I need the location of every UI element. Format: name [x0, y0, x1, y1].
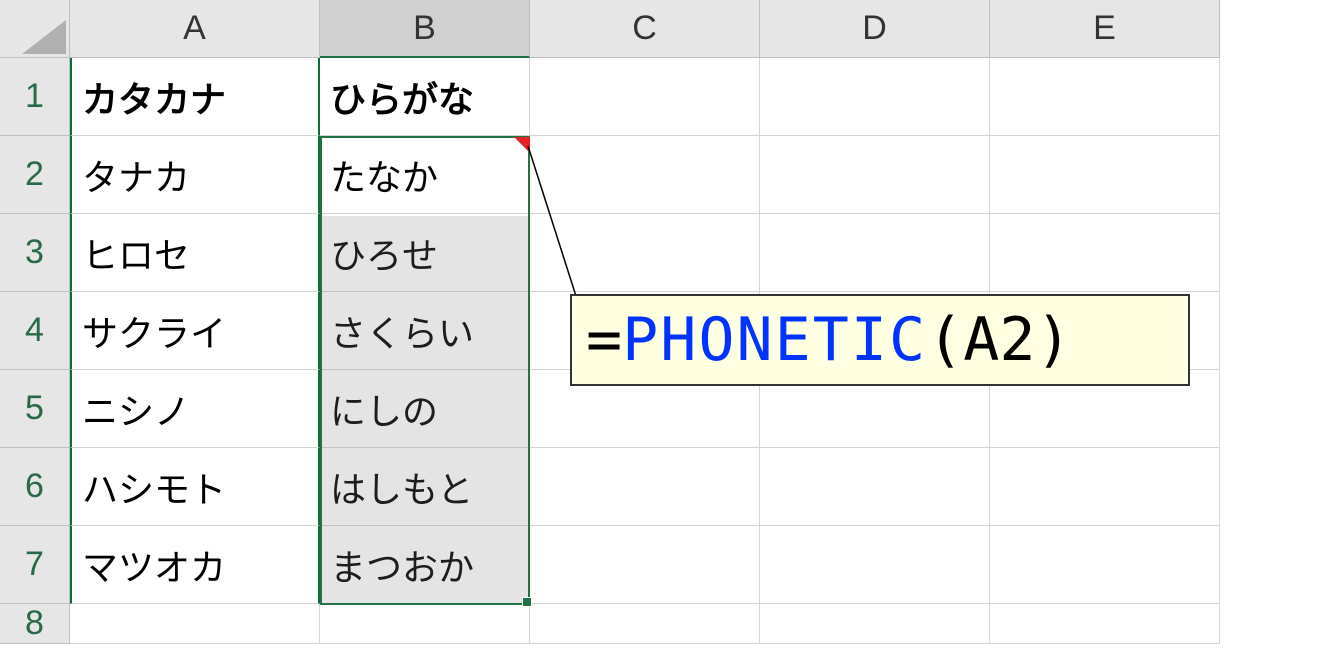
cell-E8[interactable]	[990, 604, 1220, 644]
formula-cell-ref: A2	[963, 305, 1035, 375]
col-header-E[interactable]: E	[990, 0, 1220, 58]
cell-B4[interactable]: さくらい	[320, 292, 530, 370]
cell-A8[interactable]	[70, 604, 320, 644]
formula-open-paren: (	[927, 305, 963, 375]
formula-function-name: PHONETIC	[622, 305, 927, 375]
select-all-corner[interactable]	[0, 0, 70, 58]
row-header-7[interactable]: 7	[0, 526, 70, 604]
cell-C8[interactable]	[530, 604, 760, 644]
cell-B7[interactable]: まつおか	[320, 526, 530, 604]
cell-A2[interactable]: タナカ	[70, 136, 320, 214]
cell-D7[interactable]	[760, 526, 990, 604]
cell-D6[interactable]	[760, 448, 990, 526]
cell-E6[interactable]	[990, 448, 1220, 526]
cell-B1[interactable]: ひらがな	[320, 58, 530, 136]
row-header-6[interactable]: 6	[0, 448, 70, 526]
cell-B5[interactable]: にしの	[320, 370, 530, 448]
cell-E3[interactable]	[990, 214, 1220, 292]
col-header-D[interactable]: D	[760, 0, 990, 58]
cell-B8[interactable]	[320, 604, 530, 644]
col-header-B[interactable]: B	[320, 0, 530, 58]
cell-A3[interactable]: ヒロセ	[70, 214, 320, 292]
cell-C6[interactable]	[530, 448, 760, 526]
cell-B3[interactable]: ひろせ	[320, 214, 530, 292]
formula-equals: =	[586, 305, 622, 375]
cell-D2[interactable]	[760, 136, 990, 214]
cell-B2[interactable]: たなか	[320, 136, 530, 214]
cell-D8[interactable]	[760, 604, 990, 644]
formula-callout: = PHONETIC ( A2 )	[570, 294, 1190, 386]
row-header-8[interactable]: 8	[0, 604, 70, 644]
cell-D3[interactable]	[760, 214, 990, 292]
cell-E7[interactable]	[990, 526, 1220, 604]
row-header-2[interactable]: 2	[0, 136, 70, 214]
comment-indicator-icon[interactable]	[514, 137, 530, 153]
col-header-A[interactable]: A	[70, 0, 320, 58]
cell-E1[interactable]	[990, 58, 1220, 136]
row-header-4[interactable]: 4	[0, 292, 70, 370]
row-header-1[interactable]: 1	[0, 58, 70, 136]
cell-A1[interactable]: カタカナ	[70, 58, 320, 136]
formula-close-paren: )	[1035, 305, 1071, 375]
cell-C3[interactable]	[530, 214, 760, 292]
row-header-3[interactable]: 3	[0, 214, 70, 292]
row-header-5[interactable]: 5	[0, 370, 70, 448]
cell-E2[interactable]	[990, 136, 1220, 214]
cell-C7[interactable]	[530, 526, 760, 604]
cell-C2[interactable]	[530, 136, 760, 214]
cell-A6[interactable]: ハシモト	[70, 448, 320, 526]
cell-A7[interactable]: マツオカ	[70, 526, 320, 604]
cell-C1[interactable]	[530, 58, 760, 136]
cell-B6[interactable]: はしもと	[320, 448, 530, 526]
col-header-C[interactable]: C	[530, 0, 760, 58]
cell-A5[interactable]: ニシノ	[70, 370, 320, 448]
cell-D1[interactable]	[760, 58, 990, 136]
cell-A4[interactable]: サクライ	[70, 292, 320, 370]
